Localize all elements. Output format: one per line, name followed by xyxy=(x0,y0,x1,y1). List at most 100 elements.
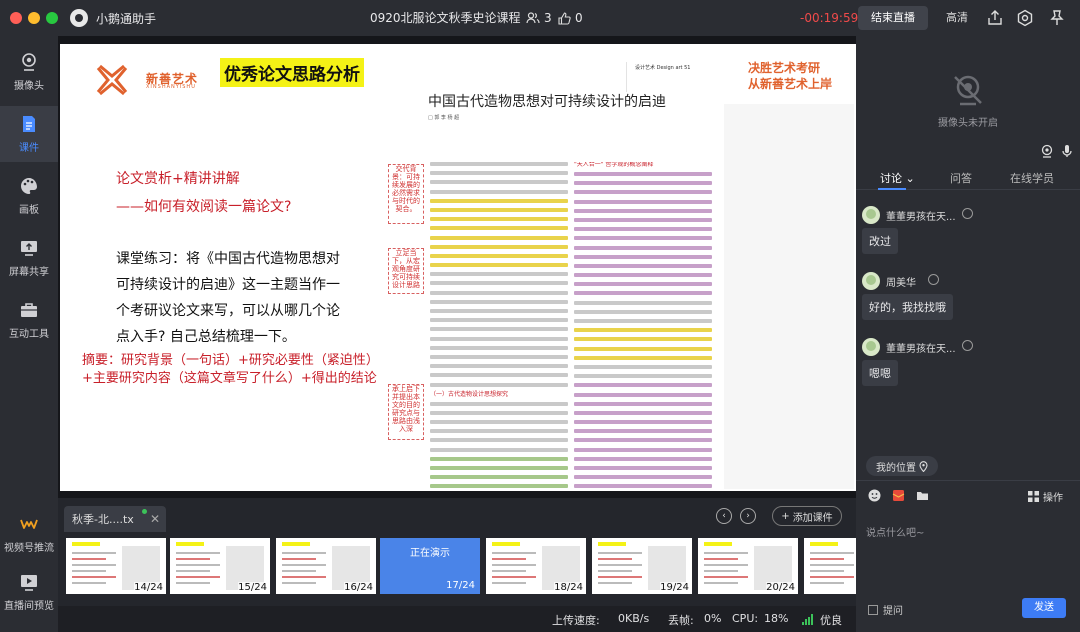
brand-logo-icon xyxy=(96,64,128,96)
tab-online-students[interactable]: 在线学员 xyxy=(1010,170,1054,186)
margin-note: 交代背景：可持续发展的必然需求与时代的契合。 xyxy=(388,164,424,224)
slide-thumbnail[interactable]: 20/24 xyxy=(698,538,798,594)
article-text-line xyxy=(574,466,712,470)
article-text-line xyxy=(430,272,568,277)
article-text-line xyxy=(430,364,568,369)
operations-button[interactable]: 操作 xyxy=(1028,489,1063,504)
message-bubble: 改过 xyxy=(862,228,898,254)
thumb-text-line xyxy=(492,552,536,554)
article-text-line xyxy=(430,281,568,286)
thumb-text-line xyxy=(282,582,316,584)
thumb-text-line xyxy=(492,570,526,572)
sidebar-item-palette[interactable]: 画板 xyxy=(0,168,58,224)
thumb-text-line xyxy=(810,582,844,584)
article-text-line xyxy=(430,354,568,359)
end-live-button[interactable]: 结束直播 xyxy=(858,6,928,30)
avatar[interactable] xyxy=(862,206,880,224)
send-button[interactable]: 发送 xyxy=(1022,598,1066,618)
status-dot xyxy=(142,509,147,514)
settings-icon[interactable] xyxy=(1016,9,1034,27)
article-text-line xyxy=(574,172,712,176)
window-controls xyxy=(10,12,58,24)
plus-icon: + xyxy=(781,510,790,522)
my-location-label: 我的位置 xyxy=(876,462,916,474)
next-page-button[interactable]: › xyxy=(740,508,756,524)
slide-thumbnail[interactable]: 19/24 xyxy=(592,538,692,594)
close-tab-icon[interactable]: ✕ xyxy=(150,512,160,526)
document-tab[interactable]: 秋季-北....tx ✕ xyxy=(64,506,166,532)
article-text-line xyxy=(574,346,712,351)
quality-dropdown[interactable]: 高清 xyxy=(946,0,968,36)
maximize-window-button[interactable] xyxy=(46,12,58,24)
thumb-text-line xyxy=(176,576,220,578)
chevron-down-icon: ⌄ xyxy=(905,172,915,185)
my-location-button[interactable]: 我的位置 xyxy=(866,456,938,476)
sidebar-item-label: 视频号推流 xyxy=(4,543,54,554)
slogan: 决胜艺术考研 从新善艺术上岸 xyxy=(748,60,832,92)
chat-input[interactable]: 说点什么吧~ xyxy=(866,524,924,539)
toolbox-icon xyxy=(21,303,37,317)
microphone-icon[interactable] xyxy=(1060,144,1074,158)
thumb-text-line xyxy=(810,570,844,572)
reply-icon[interactable] xyxy=(928,274,939,285)
sidebar-item-courseware[interactable]: 课件 xyxy=(0,106,58,162)
article-text-line xyxy=(430,410,568,415)
sidebar-item-toolbox[interactable]: 互动工具 xyxy=(0,292,58,348)
av-controls xyxy=(1040,144,1074,158)
close-window-button[interactable] xyxy=(10,12,22,24)
people-icon xyxy=(526,12,540,24)
article-text-line xyxy=(430,162,568,166)
prev-page-button[interactable]: ‹ xyxy=(716,508,732,524)
pin-icon[interactable] xyxy=(1048,9,1066,27)
slide-thumbnail[interactable]: 14/24 xyxy=(66,538,166,594)
article-text-line xyxy=(574,420,712,425)
add-course-button[interactable]: + 添加课件 xyxy=(772,506,842,526)
thumbnail-page-number: 14/24 xyxy=(134,582,163,593)
slide-thumbnail[interactable]: 正在演示 17/24 xyxy=(380,538,480,594)
sidebar-item-room-preview[interactable]: 直播间预览 xyxy=(0,564,58,620)
slide-thumbnail[interactable]: 18/24 xyxy=(486,538,586,594)
article-text-line xyxy=(430,171,568,176)
frame-loss-value: 0% xyxy=(704,612,722,625)
minimize-window-button[interactable] xyxy=(28,12,40,24)
slide-thumbnail[interactable]: 15/24 xyxy=(170,538,270,594)
sidebar-item-video-channel[interactable]: 视频号推流 xyxy=(0,506,58,562)
message-bubble: 嗯嗯 xyxy=(862,360,898,386)
sidebar-item-screen-share[interactable]: 屏幕共享 xyxy=(0,230,58,286)
thumb-text-line xyxy=(282,558,316,560)
camera-toggle-icon[interactable] xyxy=(1040,144,1054,158)
tab-questions[interactable]: 问答 xyxy=(950,170,972,186)
avatar[interactable] xyxy=(862,272,880,290)
share-icon[interactable] xyxy=(986,9,1004,27)
slide-thumbnail[interactable]: 16/24 xyxy=(276,538,376,594)
sidebar-item-label: 屏幕共享 xyxy=(9,267,49,278)
thumb-text-line xyxy=(598,552,642,554)
thumb-title-mark xyxy=(72,542,100,546)
title-bar: 小鹅通助手 0920北服论文秋季史论课程 3 0 -00:19:59 结束直播 … xyxy=(0,0,1080,36)
thumb-text-line xyxy=(810,552,854,554)
article-side-image xyxy=(724,104,854,489)
like-count[interactable]: 0 xyxy=(558,0,583,36)
reply-icon[interactable] xyxy=(962,340,973,351)
presenting-label: 正在演示 xyxy=(410,548,450,559)
article-text-line xyxy=(574,199,712,204)
reply-icon[interactable] xyxy=(962,208,973,219)
thumb-text-line xyxy=(176,582,210,584)
tab-discussion[interactable]: 讨论 ⌄ xyxy=(880,170,915,186)
ask-question-checkbox[interactable]: 提问 xyxy=(868,602,903,617)
thumb-text-line xyxy=(704,570,738,572)
slide-canvas[interactable]: 新善艺术 XINSHANYISHU 优秀论文思路分析 论文赏析+精讲讲解 ——如… xyxy=(60,44,856,491)
sidebar-item-label: 摄像头 xyxy=(14,81,44,92)
checkbox-box xyxy=(868,604,878,615)
sidebar-item-camera[interactable]: 摄像头 xyxy=(0,44,58,100)
app-name: 小鹅通助手 xyxy=(96,11,157,26)
folder-icon[interactable] xyxy=(916,489,929,502)
emoji-icon[interactable] xyxy=(868,489,881,502)
thumb-text-line xyxy=(598,564,642,566)
red-packet-icon[interactable] xyxy=(892,489,905,502)
thumb-text-line xyxy=(176,558,210,560)
thumb-title-mark xyxy=(704,542,732,546)
article-text-line xyxy=(574,254,712,259)
avatar[interactable] xyxy=(862,338,880,356)
viewer-count[interactable]: 3 xyxy=(526,0,552,36)
